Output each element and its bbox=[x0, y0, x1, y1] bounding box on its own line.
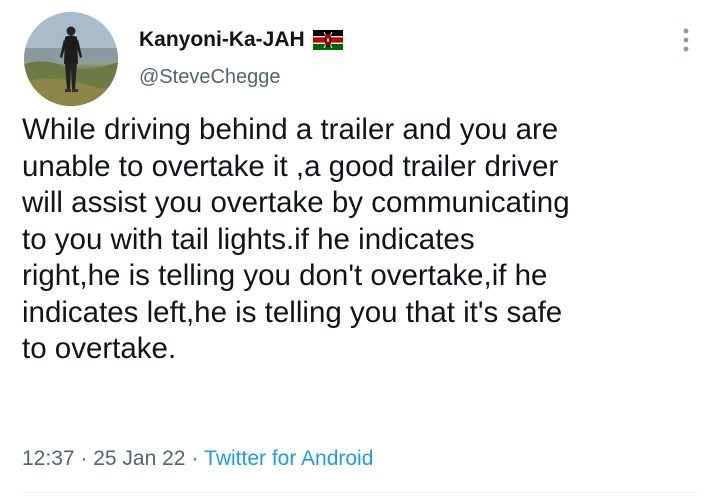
avatar[interactable] bbox=[24, 12, 118, 106]
author-name-row: Kanyoni-Ka-JAH bbox=[139, 27, 343, 53]
avatar-image bbox=[24, 12, 118, 106]
meta-separator: · bbox=[74, 447, 94, 470]
meta-separator: · bbox=[185, 447, 205, 470]
author-handle[interactable]: @SteveChegge bbox=[139, 64, 281, 90]
tweet-date[interactable]: 25 Jan 22 bbox=[93, 444, 185, 474]
tweet-meta: 12:37 · 25 Jan 22 · Twitter for Android bbox=[22, 444, 373, 474]
tweet-source-link[interactable]: Twitter for Android bbox=[204, 444, 373, 474]
tweet-text: While driving behind a trailer and you a… bbox=[22, 113, 570, 365]
kenya-flag-icon bbox=[312, 30, 343, 50]
divider bbox=[22, 492, 698, 493]
tweet-time[interactable]: 12:37 bbox=[22, 444, 75, 474]
more-options-icon[interactable] bbox=[676, 24, 696, 56]
tweet: Kanyoni-Ka-JAH @SteveChegge While drivin… bbox=[0, 0, 720, 497]
author-display-name[interactable]: Kanyoni-Ka-JAH bbox=[139, 27, 305, 53]
